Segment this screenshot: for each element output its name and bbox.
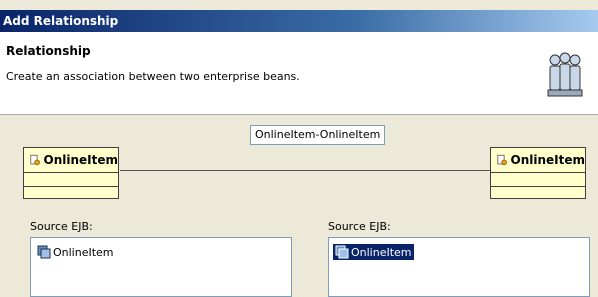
bean-header-right: OnlineItem xyxy=(491,148,585,173)
bean-box-right[interactable]: OnlineItem xyxy=(490,147,586,199)
bean-name-right: OnlineItem xyxy=(510,153,586,167)
source-ejb-list-left[interactable]: OnlineItem xyxy=(30,237,292,297)
window-title: Add Relationship xyxy=(0,10,598,32)
list-item[interactable]: OnlineItem xyxy=(35,244,116,260)
header-title: Relationship xyxy=(6,44,91,58)
bean-compartment xyxy=(491,173,585,187)
people-icon xyxy=(547,52,583,97)
bean-compartment xyxy=(24,187,118,200)
bean-header-left: OnlineItem xyxy=(24,148,118,173)
list-item-label: OnlineItem xyxy=(351,245,412,259)
ejb-icon xyxy=(335,245,349,259)
header-description: Create an association between two enterp… xyxy=(6,70,300,83)
bean-compartment xyxy=(491,187,585,200)
bean-icon xyxy=(30,154,40,166)
header-panel: Relationship Create an association betwe… xyxy=(0,32,598,115)
list-item-label: OnlineItem xyxy=(53,245,114,259)
source-ejb-label-right: Source EJB: xyxy=(328,220,391,233)
ejb-icon xyxy=(37,245,51,259)
bean-compartment xyxy=(24,173,118,187)
diagram-area: OnlineItem-OnlineItem OnlineItem OnlineI… xyxy=(0,115,598,297)
relationship-name-label[interactable]: OnlineItem-OnlineItem xyxy=(250,125,386,145)
bean-icon xyxy=(497,154,507,166)
relationship-connector xyxy=(120,170,492,171)
source-ejb-label-left: Source EJB: xyxy=(30,220,93,233)
bean-box-left[interactable]: OnlineItem xyxy=(23,147,119,199)
list-item[interactable]: OnlineItem xyxy=(333,244,414,260)
bean-name-left: OnlineItem xyxy=(43,153,119,167)
source-ejb-list-right[interactable]: OnlineItem xyxy=(328,237,590,297)
